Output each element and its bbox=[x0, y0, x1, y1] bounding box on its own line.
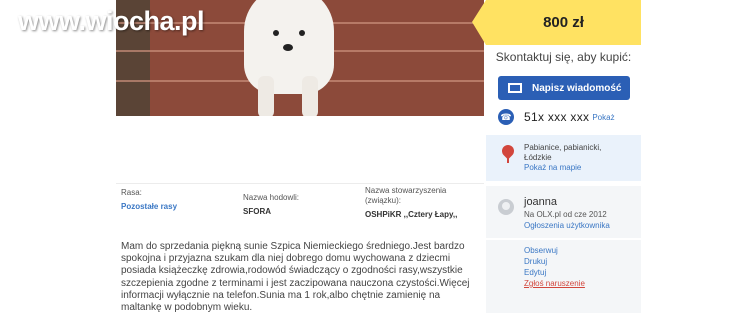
location-line-2: Łódzkie bbox=[524, 153, 552, 162]
avatar-icon bbox=[498, 199, 514, 215]
attribute-label: Nazwa hodowli: bbox=[243, 193, 300, 202]
section-divider bbox=[116, 183, 484, 184]
show-phone-link[interactable]: Pokaż bbox=[592, 113, 614, 122]
send-message-label: Napisz wiadomość bbox=[532, 82, 622, 94]
listing-actions: Obserwuj Drukuj Edytuj Zgłoś naruszenie bbox=[486, 240, 641, 313]
attribute-kennel: Nazwa hodowli: SFORA bbox=[243, 193, 299, 217]
attribute-label: Rasa: bbox=[121, 188, 142, 197]
report-abuse-link[interactable]: Zgłoś naruszenie bbox=[524, 279, 585, 289]
dog-nose bbox=[283, 44, 293, 51]
contact-label: Skontaktuj się, aby kupić: bbox=[495, 50, 632, 64]
dog-eye bbox=[273, 30, 279, 36]
seller-ads-link[interactable]: Ogłoszenia użytkownika bbox=[524, 221, 610, 230]
phone-icon: ☎ bbox=[498, 109, 514, 125]
attribute-breed: Rasa: Pozostałe rasy bbox=[121, 188, 177, 212]
dog-leg bbox=[258, 76, 274, 116]
attribute-value-link[interactable]: Pozostałe rasy bbox=[121, 202, 177, 212]
phone-row: ☎ 51x xxx xxx Pokaż bbox=[486, 104, 641, 130]
phone-number: 51x xxx xxx bbox=[524, 110, 590, 124]
seller-name: joanna bbox=[524, 196, 558, 208]
seller-since: Na OLX.pl od cze 2012 bbox=[524, 210, 607, 219]
map-pin-stem bbox=[507, 157, 509, 163]
edit-link[interactable]: Edytuj bbox=[524, 268, 546, 278]
attribute-value: SFORA bbox=[243, 207, 271, 216]
location-text: Pabianice, pabianicki, Łódzkie Pokaż na … bbox=[524, 143, 601, 173]
observe-link[interactable]: Obserwuj bbox=[524, 246, 558, 256]
attribute-association: Nazwa stowarzyszenia (związku): OSHPiKR … bbox=[365, 186, 457, 220]
show-on-map-link[interactable]: Pokaż na mapie bbox=[524, 163, 601, 173]
print-link[interactable]: Drukuj bbox=[524, 257, 547, 267]
dog-leg bbox=[302, 76, 318, 116]
attribute-label: (związku): bbox=[365, 196, 402, 205]
send-message-button[interactable]: Napisz wiadomość bbox=[498, 76, 630, 100]
attribute-value: OSHPiKR ,,Cztery Łapy,, bbox=[365, 210, 458, 219]
dog-eye bbox=[299, 30, 305, 36]
site-watermark: www.wiocha.pl bbox=[18, 6, 205, 36]
envelope-icon bbox=[508, 83, 522, 93]
price-badge: 800 zł bbox=[472, 0, 641, 45]
attribute-label: Nazwa stowarzyszenia bbox=[365, 186, 447, 195]
location-line-1: Pabianice, pabianicki, bbox=[524, 143, 602, 152]
price-value: 800 zł bbox=[543, 14, 584, 31]
location-box: Pabianice, pabianicki, Łódzkie Pokaż na … bbox=[486, 135, 641, 181]
listing-description: Mam do sprzedania piękną sunie Szpica Ni… bbox=[121, 241, 470, 313]
seller-box: joanna Na OLX.pl od cze 2012 Ogłoszenia … bbox=[486, 186, 641, 238]
